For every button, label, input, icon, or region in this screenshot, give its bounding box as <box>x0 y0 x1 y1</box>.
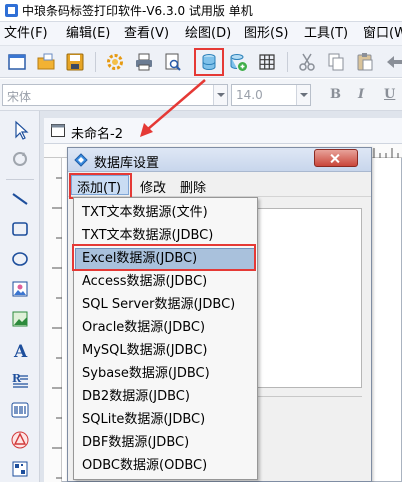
dialog-menu-bar: 添加(T) 修改 删除 <box>68 173 371 197</box>
bold-button[interactable]: B <box>330 87 341 102</box>
undo-icon[interactable] <box>383 51 402 73</box>
grid-icon[interactable] <box>256 51 278 73</box>
font-name-value: 宋体 <box>7 90 32 104</box>
datasource-list-panel[interactable] <box>254 208 362 388</box>
menu-item-excel-jdbc[interactable]: Excel数据源(JDBC) <box>75 248 256 270</box>
rectangle-tool-icon[interactable] <box>9 218 31 240</box>
menu-shape[interactable]: 图形(S) <box>244 26 288 42</box>
menu-item-sqlite-jdbc[interactable]: SQLite数据源(JDBC) <box>75 409 256 431</box>
open-folder-icon[interactable] <box>35 51 57 73</box>
picture-tool-icon[interactable] <box>9 308 31 330</box>
pointer-arrow-icon[interactable] <box>9 119 31 141</box>
edit-menu-button[interactable]: 修改 <box>140 177 166 196</box>
document-tab[interactable]: 未命名-2 <box>44 118 402 144</box>
paste-icon[interactable] <box>354 51 376 73</box>
menu-bar: 文件(F) 编辑(E) 查看(V) 绘图(D) 图形(S) 工具(T) 窗口(W… <box>0 22 402 46</box>
menu-item-mysql-jdbc[interactable]: MySQL数据源(JDBC) <box>75 340 256 362</box>
menu-item-db2-jdbc[interactable]: DB2数据源(JDBC) <box>75 386 256 408</box>
add-datasource-dropdown: TXT文本数据源(文件) TXT文本数据源(JDBC) Excel数据源(JDB… <box>73 197 258 480</box>
barcode-tool-icon[interactable] <box>9 399 31 421</box>
settings-gear-icon[interactable] <box>104 51 126 73</box>
document-icon <box>51 124 65 137</box>
dialog-close-button[interactable] <box>314 149 358 167</box>
menu-item-txt-jdbc[interactable]: TXT文本数据源(JDBC) <box>75 225 256 247</box>
palette-separator <box>6 179 34 180</box>
font-name-combo[interactable]: 宋体 <box>2 84 228 106</box>
menu-draw[interactable]: 绘图(D) <box>185 26 231 42</box>
delete-menu-button[interactable]: 删除 <box>180 177 206 196</box>
save-icon[interactable] <box>64 51 86 73</box>
text-tool-icon[interactable]: A <box>9 339 31 361</box>
image-tool-icon[interactable] <box>9 278 31 300</box>
menu-item-sybase-jdbc[interactable]: Sybase数据源(JDBC) <box>75 363 256 385</box>
title-bar: 中琅条码标签打印软件-V6.3.0 试用版 单机 <box>0 0 402 22</box>
database-icon[interactable] <box>198 51 220 73</box>
menu-tools[interactable]: 工具(T) <box>304 26 348 42</box>
ellipse-tool-icon[interactable] <box>9 248 31 270</box>
toolbar-separator <box>95 52 96 72</box>
database-refresh-icon[interactable] <box>227 51 249 73</box>
vertical-ruler <box>44 158 62 482</box>
polygon-tool-icon[interactable] <box>9 429 31 451</box>
database-settings-icon <box>74 153 88 167</box>
line-tool-icon[interactable] <box>9 188 31 210</box>
dialog-title-bar[interactable]: 数据库设置 <box>68 148 371 172</box>
dialog-divider <box>254 396 362 397</box>
copy-icon[interactable] <box>325 51 347 73</box>
menu-edit[interactable]: 编辑(E) <box>66 26 110 42</box>
main-toolbar <box>0 46 402 78</box>
menu-item-odbc[interactable]: ODBC数据源(ODBC) <box>75 455 256 477</box>
menu-file[interactable]: 文件(F) <box>4 26 48 42</box>
menu-item-dbf-jdbc[interactable]: DBF数据源(JDBC) <box>75 432 256 454</box>
rotate-icon[interactable] <box>9 148 31 170</box>
format-toolbar: 宋体 14.0 B I U <box>0 79 402 111</box>
qrcode-tool-icon[interactable] <box>9 458 31 480</box>
italic-button[interactable]: I <box>358 87 364 102</box>
menu-item-oracle-jdbc[interactable]: Oracle数据源(JDBC) <box>75 317 256 339</box>
svg-text:A: A <box>13 342 28 361</box>
document-title: 未命名-2 <box>71 127 123 142</box>
dialog-title: 数据库设置 <box>94 156 160 171</box>
menu-view[interactable]: 查看(V) <box>124 26 169 42</box>
underline-button[interactable]: U <box>384 87 395 102</box>
tool-palette: A R <box>0 111 40 482</box>
menu-item-sqlserver-jdbc[interactable]: SQL Server数据源(JDBC) <box>75 294 256 316</box>
new-file-icon[interactable] <box>6 51 28 73</box>
menu-item-txt-file[interactable]: TXT文本数据源(文件) <box>75 202 256 224</box>
chevron-down-icon[interactable] <box>296 85 310 105</box>
app-logo-icon <box>5 4 18 17</box>
rich-text-tool-icon[interactable]: R <box>9 369 31 391</box>
font-size-combo[interactable]: 14.0 <box>231 84 311 106</box>
window-title: 中琅条码标签打印软件-V6.3.0 试用版 单机 <box>22 4 253 18</box>
add-menu-label: 添加(T) <box>77 181 122 196</box>
print-icon[interactable] <box>133 51 155 73</box>
ruler-ticks-icon <box>52 177 62 479</box>
print-preview-icon[interactable] <box>162 51 184 73</box>
font-size-value: 14.0 <box>236 88 263 102</box>
menu-item-access-jdbc[interactable]: Access数据源(JDBC) <box>75 271 256 293</box>
menu-window[interactable]: 窗口(W) <box>363 26 402 42</box>
cut-icon[interactable] <box>296 51 318 73</box>
toolbar-separator <box>287 52 288 72</box>
chevron-down-icon[interactable] <box>213 85 227 105</box>
